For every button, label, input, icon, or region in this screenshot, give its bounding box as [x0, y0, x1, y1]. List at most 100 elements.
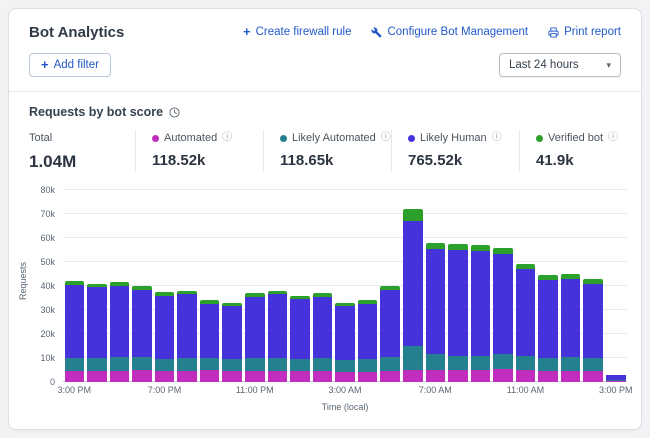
bar-segment-likely-human — [448, 250, 468, 356]
bar-segment-likely-automated — [87, 358, 107, 371]
clock-icon — [169, 107, 180, 118]
verified-bot-legend-dot — [536, 135, 543, 142]
y-tick-label: 10k — [40, 353, 55, 363]
info-icon[interactable]: ⓘ — [608, 133, 618, 143]
x-tick-label: 11:00 AM — [507, 385, 544, 395]
bar-segment-automated — [448, 370, 468, 382]
stacked-bar-8[interactable] — [245, 190, 265, 382]
section-title: Requests by bot score — [29, 105, 163, 119]
filter-row: + Add filter Last 24 hours ▾ — [9, 49, 641, 91]
create-firewall-rule-label: Create firewall rule — [256, 26, 352, 38]
stat-likely-automated-value: 118.65k — [280, 152, 375, 169]
wrench-icon — [371, 27, 382, 38]
bar-slot — [244, 190, 267, 382]
automated-legend-dot — [152, 135, 159, 142]
stacked-bar-21[interactable] — [538, 190, 558, 382]
bar-segment-likely-automated — [516, 356, 536, 370]
bar-segment-automated — [471, 370, 491, 382]
bar-segment-automated — [313, 371, 333, 382]
add-filter-button[interactable]: + Add filter — [29, 53, 111, 77]
info-icon[interactable]: ⓘ — [492, 133, 502, 143]
y-tick-label: 0 — [50, 377, 55, 387]
configure-bot-management-label: Configure Bot Management — [387, 26, 528, 38]
bar-slot — [289, 190, 312, 382]
bar-segment-likely-human — [65, 285, 85, 358]
bar-segment-likely-human — [335, 306, 355, 360]
bar-segment-automated — [583, 371, 603, 382]
bar-slot — [221, 190, 244, 382]
stacked-bar-22[interactable] — [561, 190, 581, 382]
stacked-bar-20[interactable] — [516, 190, 536, 382]
stacked-bar-2[interactable] — [110, 190, 130, 382]
stacked-bar-14[interactable] — [380, 190, 400, 382]
bar-slot — [356, 190, 379, 382]
add-filter-label: Add filter — [54, 59, 99, 71]
bar-segment-likely-automated — [426, 354, 446, 370]
bar-slot — [424, 190, 447, 382]
info-icon[interactable]: ⓘ — [381, 133, 391, 143]
bar-segment-likely-automated — [200, 358, 220, 370]
bar-slot — [266, 190, 289, 382]
configure-bot-management-link[interactable]: Configure Bot Management — [371, 26, 528, 38]
bar-segment-automated — [132, 370, 152, 382]
stat-likely-human-value: 765.52k — [408, 152, 503, 169]
stacked-bar-16[interactable] — [426, 190, 446, 382]
stacked-bar-23[interactable] — [583, 190, 603, 382]
stacked-bar-4[interactable] — [155, 190, 175, 382]
create-firewall-rule-link[interactable]: + Create firewall rule — [243, 26, 351, 38]
header-actions: + Create firewall rule Configure Bot Man… — [243, 24, 621, 38]
stat-automated: Automated ⓘ 118.52k — [135, 130, 263, 172]
bar-segment-likely-human — [403, 221, 423, 346]
chevron-down-icon: ▾ — [606, 60, 611, 71]
stacked-bar-7[interactable] — [222, 190, 242, 382]
bar-segment-likely-human — [583, 284, 603, 358]
bar-segment-automated — [268, 371, 288, 382]
stacked-bar-6[interactable] — [200, 190, 220, 382]
plus-icon: + — [41, 60, 49, 70]
info-icon[interactable]: ⓘ — [222, 133, 232, 143]
bar-segment-likely-automated — [583, 358, 603, 371]
bar-segment-likely-human — [110, 286, 130, 357]
print-report-link[interactable]: Print report — [548, 26, 621, 38]
bar-slot — [334, 190, 357, 382]
bar-segment-likely-human — [268, 294, 288, 358]
bar-slot — [131, 190, 154, 382]
stacked-bar-5[interactable] — [177, 190, 197, 382]
stat-total: Total 1.04M — [29, 130, 135, 172]
stacked-bar-3[interactable] — [132, 190, 152, 382]
print-report-label: Print report — [564, 26, 621, 38]
bar-segment-likely-human — [358, 304, 378, 359]
bar-segment-likely-human — [538, 280, 558, 358]
bar-slot — [559, 190, 582, 382]
stacked-bar-9[interactable] — [268, 190, 288, 382]
stacked-bar-17[interactable] — [448, 190, 468, 382]
stacked-bar-19[interactable] — [493, 190, 513, 382]
bar-segment-likely-automated — [313, 358, 333, 371]
bar-slot — [469, 190, 492, 382]
bar-segment-automated — [403, 370, 423, 382]
stacked-bar-10[interactable] — [290, 190, 310, 382]
bar-segment-likely-automated — [245, 358, 265, 371]
stacked-bar-18[interactable] — [471, 190, 491, 382]
time-range-select[interactable]: Last 24 hours ▾ — [499, 53, 621, 77]
stacked-bar-0[interactable] — [65, 190, 85, 382]
bar-segment-likely-human — [290, 299, 310, 359]
stacked-bar-12[interactable] — [335, 190, 355, 382]
y-tick-label: 60k — [40, 233, 55, 243]
bar-segment-automated — [87, 371, 107, 382]
bar-slot — [108, 190, 131, 382]
y-tick-label: 80k — [40, 185, 55, 195]
bar-segment-likely-human — [200, 304, 220, 358]
stat-likely-human-label: Likely Human — [420, 132, 487, 144]
stacked-bar-13[interactable] — [358, 190, 378, 382]
x-tick-label: 7:00 PM — [148, 385, 182, 395]
bar-segment-likely-automated — [538, 358, 558, 371]
stacked-bar-11[interactable] — [313, 190, 333, 382]
bar-segment-likely-human — [426, 249, 446, 355]
stacked-bar-24[interactable] — [606, 190, 626, 382]
stacked-bar-15[interactable] — [403, 190, 423, 382]
bar-slot — [379, 190, 402, 382]
bar-slot — [447, 190, 470, 382]
stacked-bar-1[interactable] — [87, 190, 107, 382]
stat-likely-automated: Likely Automated ⓘ 118.65k — [263, 130, 391, 172]
